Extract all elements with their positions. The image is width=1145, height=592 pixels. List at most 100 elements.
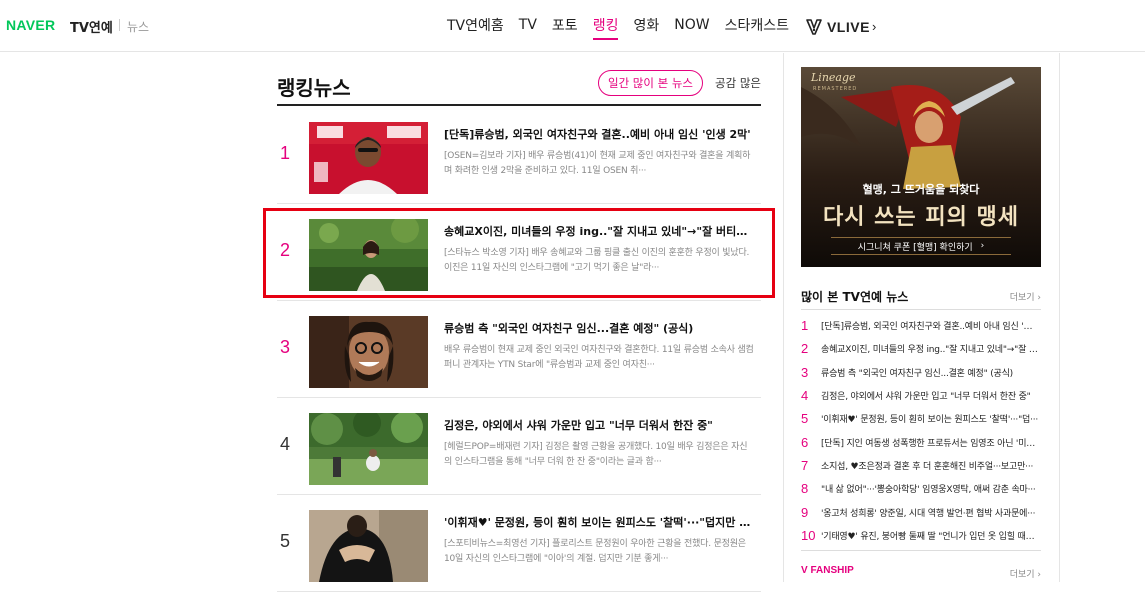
rank-number: 3 bbox=[801, 364, 809, 380]
column-divider bbox=[1059, 53, 1060, 582]
tv-entertainment-logo[interactable]: TV연예 bbox=[70, 17, 113, 36]
list-item[interactable]: 1 [단독]류승범, 외국인 여자친구와 결혼..예비 아내 임신 '인··· bbox=[801, 314, 1041, 337]
news-title[interactable]: '기태영♥' 유진, 붕어빵 둘째 딸 "언니가 입던 옷 입힐 때마··· bbox=[821, 529, 1039, 542]
top-navigation-bar: NAVER TV연예 뉴스 TV연예홈 TV 포토 랭킹 영화 NOW 스타캐스… bbox=[0, 0, 1145, 52]
news-summary: [스포티비뉴스=최영선 기자] 플로리스트 문정원이 우아한 근황을 전했다. … bbox=[444, 539, 746, 564]
rank-number: 8 bbox=[801, 481, 809, 497]
chevron-right-icon: › bbox=[980, 241, 985, 251]
most-viewed-tv-news: 많이 본 TV연예 뉴스 더보기 › 1 [단독]류승범, 외국인 여자친구와 결… bbox=[801, 288, 1041, 543]
logo-divider bbox=[119, 19, 120, 31]
news-summary: [스타뉴스 박소영 기자] 배우 송혜교와 그룹 핑클 출신 이진의 훈훈한 우… bbox=[444, 248, 750, 273]
ad-cta-label: 시그니쳐 쿠폰 [혈맹] 확인하기 bbox=[857, 242, 973, 253]
chevron-right-icon: › bbox=[871, 19, 877, 34]
list-item[interactable]: 4 김정은, 야외에서 샤워 가운만 입고 "너무 더워서 한잔 중" [헤럴드… bbox=[277, 398, 761, 495]
rank-number: 2 bbox=[801, 341, 809, 357]
news-thumbnail[interactable] bbox=[309, 316, 428, 388]
list-item[interactable]: 7 소지섭, ♥조은정과 결혼 후 더 훈훈해진 비주얼···보고만··· bbox=[801, 454, 1041, 477]
news-title[interactable]: [단독] 지인 여동생 성폭행한 프로듀서는 임영조 아닌 '미스··· bbox=[821, 436, 1039, 449]
news-text: [단독]류승범, 외국인 여자친구와 결혼..예비 아내 임신 '인생 2막' … bbox=[444, 127, 754, 179]
list-item[interactable]: 2 송혜교X이진, 미녀들의 우정 ing.."잘 지내고 있네"→"잘 버티고… bbox=[277, 204, 761, 301]
list-item[interactable]: 8 "내 삶 없어"···'뽕숭아학당' 임영웅X영탁, 애써 감춘 속마··· bbox=[801, 477, 1041, 500]
rank-number: 9 bbox=[801, 504, 809, 520]
more-link[interactable]: 더보기 › bbox=[1010, 567, 1041, 580]
more-link[interactable]: 더보기 › bbox=[1010, 290, 1041, 303]
rank-number: 5 bbox=[801, 411, 809, 427]
news-text: '이휘재♥' 문정원, 등이 훤히 보이는 원피스도 '찰떡'···"덥지만 기… bbox=[444, 515, 754, 567]
list-item[interactable]: 3 류승범 측 "외국인 여자친구 임신...결혼 예정" (공식) bbox=[801, 361, 1041, 384]
menu-photo[interactable]: 포토 bbox=[552, 15, 578, 38]
news-thumbnail[interactable] bbox=[309, 413, 428, 485]
vlive-icon bbox=[806, 18, 822, 35]
news-thumbnail[interactable] bbox=[309, 122, 428, 194]
menu-movie[interactable]: 영화 bbox=[633, 15, 659, 38]
news-summary: [헤럴드POP=배재련 기자] 김정은 촬영 근황을 공개했다. 10일 배우 … bbox=[444, 442, 748, 467]
rank-number: 2 bbox=[279, 240, 290, 260]
news-title[interactable]: 김정은, 야외에서 샤워 가운만 입고 "너무 더워서 한잔 중" bbox=[444, 418, 754, 434]
news-text: 송혜교X이진, 미녀들의 우정 ing.."잘 지내고 있네"→"잘 버티고 있… bbox=[444, 224, 754, 276]
news-title[interactable]: 송혜교X이진, 미녀들의 우정 ing.."잘 지내고 있네"→"잘 버티고 있… bbox=[444, 224, 754, 240]
menu-tv-entertainment-home[interactable]: TV연예홈 bbox=[447, 15, 504, 38]
news-summary: [OSEN=김보라 기자] 배우 류승범(41)이 현재 교제 중인 여자친구와… bbox=[444, 151, 751, 176]
thumbnail-image bbox=[309, 316, 428, 388]
list-item[interactable]: 9 '옹고처 성희롱' 양준일, 시대 역행 발언·편 협박 사과문에··· bbox=[801, 500, 1041, 523]
rank-number: 10 bbox=[801, 527, 816, 543]
list-item[interactable]: 5 '이휘재♥' 문정원, 등이 훤히 보이는 원피스도 '찰떡'···"덥··· bbox=[801, 407, 1041, 430]
news-thumbnail[interactable] bbox=[309, 510, 428, 582]
list-item[interactable]: 10 '기태영♥' 유진, 붕어빵 둘째 딸 "언니가 입던 옷 입힐 때마··· bbox=[801, 524, 1041, 547]
news-thumbnail[interactable] bbox=[309, 219, 428, 291]
tab-daily-most-viewed[interactable]: 일간 많이 본 뉴스 bbox=[597, 70, 704, 96]
list-item[interactable]: 4 김정은, 야외에서 샤워 가운만 입고 "너무 더워서 한잔 중" bbox=[801, 384, 1041, 407]
list-item[interactable]: 5 '이휘재♥' 문정원, 등이 훤히 보이는 원피스도 '찰떡'···"덥지만… bbox=[277, 495, 761, 592]
news-title[interactable]: 송혜교X이진, 미녀들의 우정 ing.."잘 지내고 있네"→"잘 버··· bbox=[821, 342, 1039, 355]
ad-cta-button[interactable]: 시그니쳐 쿠폰 [혈맹] 확인하기 › bbox=[831, 237, 1011, 255]
news-title[interactable]: 소지섭, ♥조은정과 결혼 후 더 훈훈해진 비주얼···보고만··· bbox=[821, 459, 1039, 472]
vlive-link[interactable]: VLIVE › bbox=[804, 17, 877, 37]
advertisement-banner[interactable]: Lineage REMASTERED 혈맹, 그 뜨거움을 되찾다 다시 쓰는 … bbox=[801, 67, 1041, 267]
rank-number: 7 bbox=[801, 457, 809, 473]
vlive-label: VLIVE bbox=[826, 18, 870, 35]
news-section-link[interactable]: 뉴스 bbox=[127, 18, 149, 35]
news-title[interactable]: 류승범 측 "외국인 여자친구 임신...결혼 예정" (공식) bbox=[821, 366, 1039, 379]
news-title[interactable]: [단독]류승범, 외국인 여자친구와 결혼..예비 아내 임신 '인생 2막' bbox=[444, 127, 754, 143]
menu-ranking[interactable]: 랭킹 bbox=[592, 15, 618, 40]
ad-brand-sub: REMASTERED bbox=[813, 86, 858, 92]
rank-number: 5 bbox=[279, 531, 290, 551]
news-text: 류승범 측 "외국인 여자친구 임신...결혼 예정" (공식) 배우 류승범이… bbox=[444, 321, 754, 373]
news-title[interactable]: [단독]류승범, 외국인 여자친구와 결혼..예비 아내 임신 '인··· bbox=[821, 319, 1039, 332]
section-title: 많이 본 TV연예 뉴스 bbox=[801, 290, 909, 304]
section-divider bbox=[277, 104, 761, 106]
ad-headline: 혈맹, 그 뜨거움을 되찾다 bbox=[862, 183, 980, 196]
news-title[interactable]: '이휘재♥' 문정원, 등이 훤히 보이는 원피스도 '찰떡'···"덥··· bbox=[821, 412, 1039, 425]
naver-logo[interactable]: NAVER bbox=[6, 17, 55, 33]
menu-tv[interactable]: TV bbox=[519, 17, 537, 36]
menu-now[interactable]: NOW bbox=[674, 17, 709, 36]
section-divider bbox=[801, 550, 1041, 551]
news-title[interactable]: 김정은, 야외에서 샤워 가운만 입고 "너무 더워서 한잔 중" bbox=[821, 389, 1039, 402]
news-title[interactable]: "내 삶 없어"···'뽕숭아학당' 임영웅X영탁, 애써 감춘 속마··· bbox=[821, 482, 1039, 495]
popular-list: 1 [단독]류승범, 외국인 여자친구와 결혼..예비 아내 임신 '인··· 2… bbox=[801, 314, 1041, 547]
news-title[interactable]: '옹고처 성희롱' 양준일, 시대 역행 발언·편 협박 사과문에··· bbox=[821, 506, 1039, 519]
ranking-list: 1 [단독]류승범, 외국인 여자친구와 결혼..예비 아내 임신 '인생 2막… bbox=[277, 107, 761, 592]
ad-brand: Lineage bbox=[811, 71, 856, 84]
thumbnail-image bbox=[309, 413, 428, 485]
news-title[interactable]: '이휘재♥' 문정원, 등이 훤히 보이는 원피스도 '찰떡'···"덥지만 기… bbox=[444, 515, 754, 531]
list-item[interactable]: 2 송혜교X이진, 미녀들의 우정 ing.."잘 지내고 있네"→"잘 버··· bbox=[801, 337, 1041, 360]
news-text: 김정은, 야외에서 샤워 가운만 입고 "너무 더워서 한잔 중" [헤럴드PO… bbox=[444, 418, 754, 470]
thumbnail-image bbox=[309, 219, 428, 291]
list-item[interactable]: 3 류승범 측 "외국인 여자친구 임신...결혼 예정" (공식) 배우 류승… bbox=[277, 301, 761, 398]
thumbnail-image bbox=[309, 122, 428, 194]
section-divider bbox=[801, 309, 1041, 310]
tab-most-liked[interactable]: 공감 많은 bbox=[715, 75, 761, 91]
list-item[interactable]: 6 [단독] 지인 여동생 성폭행한 프로듀서는 임영조 아닌 '미스··· bbox=[801, 430, 1041, 453]
ad-title: 다시 쓰는 피의 맹세 bbox=[823, 204, 1019, 230]
rank-number: 1 bbox=[801, 318, 809, 334]
news-title[interactable]: 류승범 측 "외국인 여자친구 임신...결혼 예정" (공식) bbox=[444, 321, 754, 337]
page-title: 랭킹뉴스 bbox=[277, 76, 351, 100]
column-divider bbox=[783, 53, 784, 582]
rank-number: 4 bbox=[279, 434, 290, 454]
menu-starcast[interactable]: 스타캐스트 bbox=[725, 15, 789, 38]
list-item[interactable]: 1 [단독]류승범, 외국인 여자친구와 결혼..예비 아내 임신 '인생 2막… bbox=[277, 107, 761, 204]
rank-number: 4 bbox=[801, 388, 809, 404]
rank-number: 1 bbox=[279, 143, 290, 163]
rank-number: 3 bbox=[279, 337, 290, 357]
